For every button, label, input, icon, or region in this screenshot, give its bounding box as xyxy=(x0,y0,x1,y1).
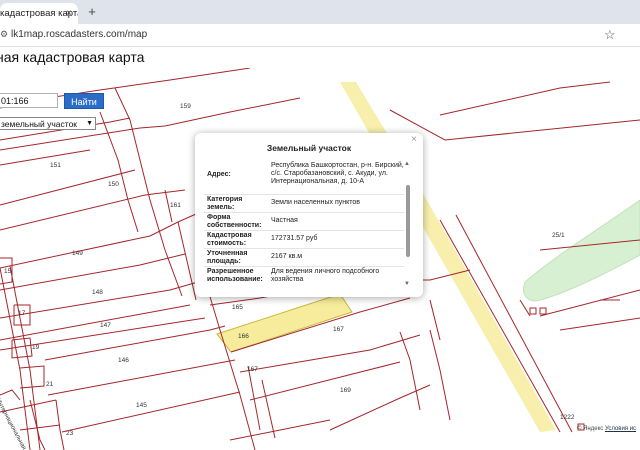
parcel-label: 19 xyxy=(32,344,40,351)
info-row: Адрес: Республика Башкортостан, р-н. Бир… xyxy=(204,160,404,195)
info-value: Республика Башкортостан, р-н. Бирский, с… xyxy=(271,162,404,185)
parcel-label: 161 xyxy=(170,202,181,209)
parcel-label: 147 xyxy=(100,322,111,329)
address-bar: ⚙ lk1map.roscadasters.com/map ☆ xyxy=(0,24,640,47)
parcel-label: 145 xyxy=(136,402,147,409)
parcel-label: 15 xyxy=(4,268,12,275)
terms-link[interactable]: Условия ис xyxy=(605,426,636,432)
scroll-up-icon[interactable]: ▲ xyxy=(404,161,410,167)
info-value: Для ведения личного подсобного хозяйства xyxy=(271,268,380,283)
parcel-label: 167 xyxy=(247,366,258,373)
parcel-label: 21 xyxy=(46,381,54,388)
info-value: Земли населенных пунктов xyxy=(271,199,361,206)
parcel-label: 146 xyxy=(118,357,129,364)
close-icon[interactable]: × xyxy=(411,134,417,145)
parcel-label: 23 xyxy=(66,430,74,437)
info-label: Уточненная площадь: xyxy=(207,250,248,265)
info-label: Кадастровая стоимость: xyxy=(207,232,252,247)
parcel-label: 148 xyxy=(92,289,103,296)
popup-scrollbar[interactable] xyxy=(406,185,410,257)
site-info-icon[interactable]: ⚙ xyxy=(0,29,8,40)
info-label: Разрешенное использование: xyxy=(207,268,263,283)
parcel-label: 167 xyxy=(333,326,344,333)
info-label: Форма собственности: xyxy=(207,214,262,229)
parcel-label: 151 xyxy=(50,162,61,169)
parcel-label: 17 xyxy=(18,310,26,317)
green-area xyxy=(523,199,640,302)
map-attribution: © Яндекс Условия ис xyxy=(577,426,636,432)
highlighted-parcel xyxy=(216,293,353,353)
chevron-down-icon: ▼ xyxy=(86,120,93,127)
parcel-label: 166 xyxy=(238,333,249,340)
new-tab-button[interactable]: + xyxy=(84,3,100,21)
parcel-label: 159 xyxy=(180,103,191,110)
parcel-info-popup: Земельный участок × Адрес: Республика Ба… xyxy=(195,133,423,297)
url-field[interactable]: lk1map.roscadasters.com/map xyxy=(11,24,147,46)
object-type-select[interactable]: земельный участок ▼ xyxy=(0,117,96,130)
info-value: 172731.57 руб xyxy=(271,235,318,242)
parcel-label: 165 xyxy=(232,304,243,311)
info-label: Категория земель: xyxy=(207,196,243,211)
object-type-value: земельный участок xyxy=(1,119,78,129)
info-row: Кадастровая стоимость: 172731.57 руб xyxy=(204,230,404,249)
browser-tab-bar: кадастровая карта × + xyxy=(0,0,640,24)
star-icon[interactable]: ☆ xyxy=(604,26,616,44)
parcel-label: 1222 xyxy=(560,414,575,421)
cadastral-number-input[interactable]: 01:166 xyxy=(0,93,58,108)
info-value: Частная xyxy=(271,217,298,224)
info-row: Форма собственности: Частная xyxy=(204,212,404,231)
tab-close-icon[interactable]: × xyxy=(66,3,72,24)
parcel-label: 149 xyxy=(72,250,83,257)
scroll-down-icon[interactable]: ▼ xyxy=(404,281,410,287)
info-row: Категория земель: Земли населенных пункт… xyxy=(204,194,404,213)
popup-title: Земельный участок xyxy=(266,143,352,153)
find-button[interactable]: Найти xyxy=(64,93,104,109)
info-row: Уточненная площадь: 2167 кв.м xyxy=(204,248,404,267)
yandex-copyright: © Яндекс xyxy=(577,426,604,432)
parcel-label: 25/1 xyxy=(552,232,565,239)
info-label: Адрес: xyxy=(207,171,231,178)
browser-tab[interactable]: кадастровая карта × xyxy=(0,3,78,24)
parcel-label: 169 xyxy=(340,387,351,394)
page-title: ная кадастровая карта xyxy=(0,49,145,65)
info-value: 2167 кв.м xyxy=(271,253,303,260)
info-row: Разрешенное использование: Для ведения л… xyxy=(204,266,404,286)
parcel-label: 150 xyxy=(108,181,119,188)
